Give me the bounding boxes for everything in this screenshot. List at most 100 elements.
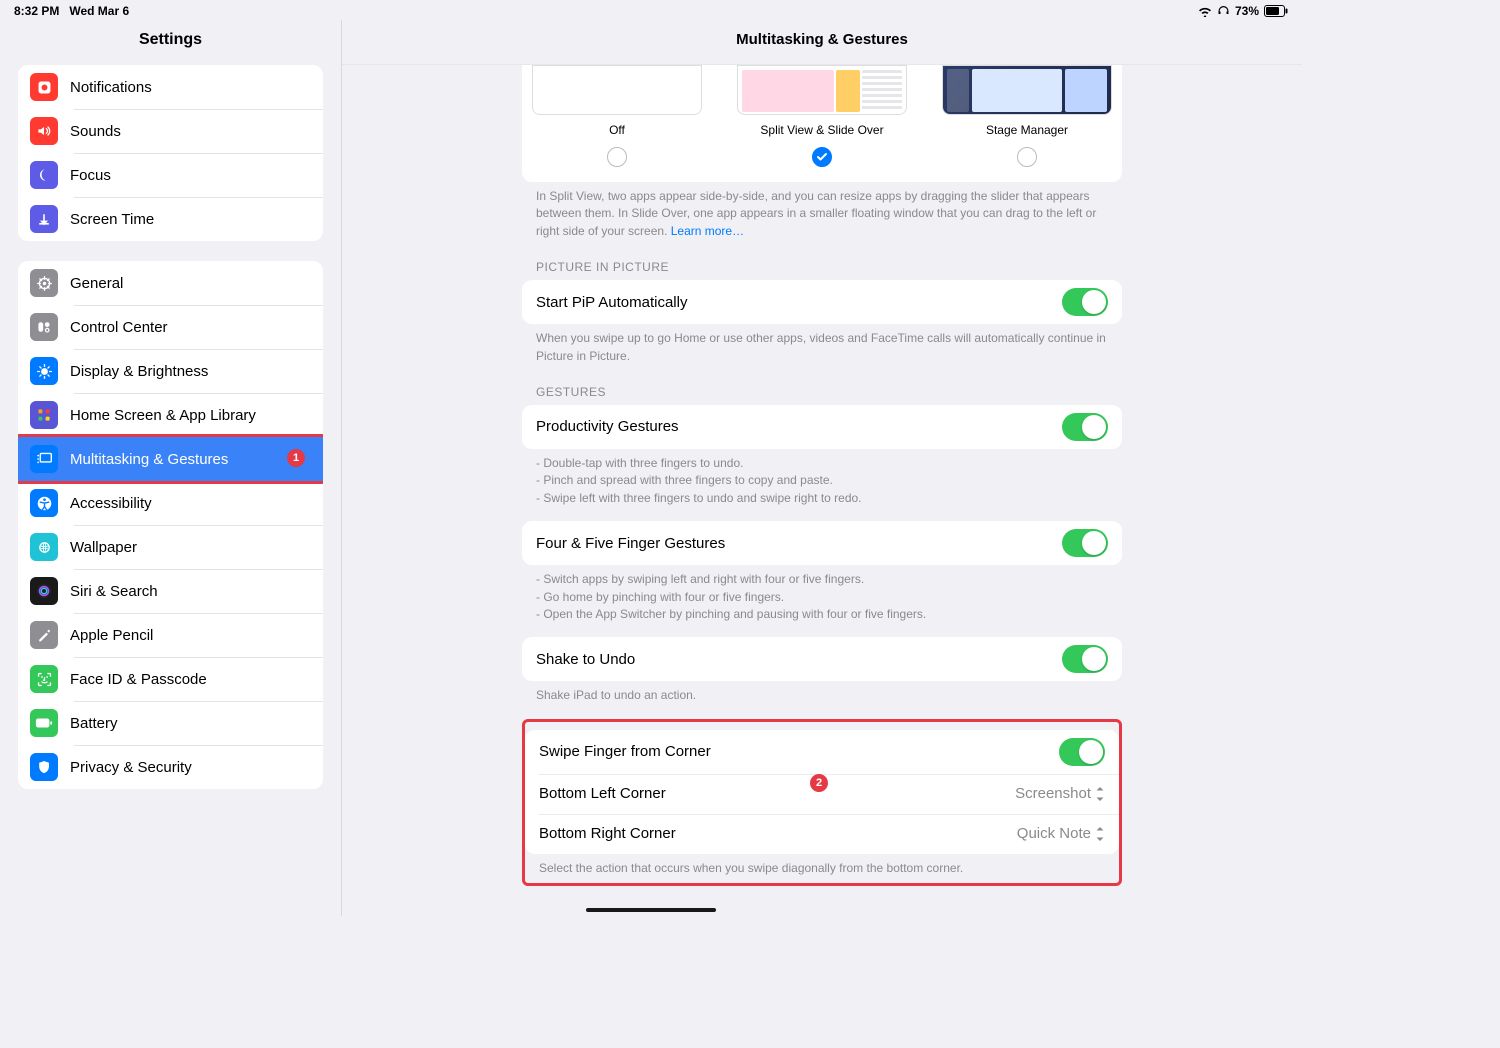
mode-radio[interactable]: [607, 147, 627, 167]
pip-header: PICTURE IN PICTURE: [522, 240, 1122, 280]
sidebar-item-label: Accessibility: [70, 495, 152, 512]
bottom-left-value[interactable]: Screenshot: [1015, 785, 1105, 802]
home-indicator[interactable]: [586, 908, 716, 912]
mode-option-1[interactable]: Split View & Slide Over: [737, 65, 907, 172]
sidebar-item-controlcenter[interactable]: Control Center: [18, 305, 323, 349]
corner-highlight: Swipe Finger from Corner Bottom Left Cor…: [522, 719, 1122, 886]
pip-toggle[interactable]: [1062, 288, 1108, 316]
multitasking-icon: [30, 445, 58, 473]
prod-gestures-card: Productivity Gestures: [522, 405, 1122, 449]
mode-options: Off Split View & Slide Over Stage Manager: [522, 65, 1122, 182]
sidebar-item-sounds[interactable]: Sounds: [18, 109, 323, 153]
swipe-corner-toggle[interactable]: [1059, 738, 1105, 766]
ff-gestures-row[interactable]: Four & Five Finger Gestures: [522, 521, 1122, 565]
sidebar-item-label: Notifications: [70, 79, 152, 96]
sidebar-item-label: Sounds: [70, 123, 121, 140]
battery-pct: 73%: [1235, 4, 1259, 18]
sidebar-title: Settings: [0, 20, 341, 65]
sidebar-item-label: Home Screen & App Library: [70, 407, 256, 424]
pip-row[interactable]: Start PiP Automatically: [522, 280, 1122, 324]
mode-card: Off Split View & Slide Over Stage Manager: [522, 65, 1122, 182]
prod-gestures-toggle[interactable]: [1062, 413, 1108, 441]
prod-gestures-desc: - Double-tap with three fingers to undo.…: [522, 449, 1122, 507]
sidebar-item-pencil[interactable]: Apple Pencil: [18, 613, 323, 657]
ff-gestures-card: Four & Five Finger Gestures: [522, 521, 1122, 565]
bottom-right-row[interactable]: Bottom Right Corner Quick Note: [525, 814, 1119, 854]
sidebar-item-label: General: [70, 275, 123, 292]
faceid-icon: [30, 665, 58, 693]
battery-icon: [30, 709, 58, 737]
sidebar-item-label: Apple Pencil: [70, 627, 153, 644]
headphones-icon: [1217, 5, 1230, 17]
bottom-right-value[interactable]: Quick Note: [1017, 825, 1105, 842]
status-right: 73%: [1198, 4, 1288, 18]
mode-description: In Split View, two apps appear side-by-s…: [522, 182, 1122, 240]
status-bar: 8:32 PM Wed Mar 6 73%: [0, 0, 1302, 20]
homescreen-icon: [30, 401, 58, 429]
corner-card: Swipe Finger from Corner Bottom Left Cor…: [525, 730, 1119, 854]
mode-option-0[interactable]: Off: [532, 65, 702, 172]
sidebar-item-battery[interactable]: Battery: [18, 701, 323, 745]
mode-label: Stage Manager: [942, 123, 1112, 137]
learn-more-link[interactable]: Learn more…: [671, 224, 744, 238]
sidebar-item-label: Battery: [70, 715, 118, 732]
prod-gestures-row[interactable]: Productivity Gestures: [522, 405, 1122, 449]
notifications-icon: [30, 73, 58, 101]
sidebar-item-label: Privacy & Security: [70, 759, 192, 776]
content: Multitasking & Gestures Off Split View & …: [342, 20, 1302, 916]
content-title: Multitasking & Gestures: [342, 20, 1302, 65]
sidebar-item-label: Face ID & Passcode: [70, 671, 207, 688]
mode-preview: [532, 65, 702, 115]
wallpaper-icon: [30, 533, 58, 561]
sounds-icon: [30, 117, 58, 145]
status-time: 8:32 PM: [14, 4, 59, 18]
sidebar-item-label: Control Center: [70, 319, 168, 336]
privacy-icon: [30, 753, 58, 781]
badge-2: 2: [810, 774, 828, 792]
sidebar-item-siri[interactable]: Siri & Search: [18, 569, 323, 613]
shake-toggle[interactable]: [1062, 645, 1108, 673]
mode-preview: [737, 65, 907, 115]
mode-radio[interactable]: [1017, 147, 1037, 167]
sidebar-item-homescreen[interactable]: Home Screen & App Library: [18, 393, 323, 437]
badge-1: 1: [287, 449, 305, 467]
sidebar-item-label: Screen Time: [70, 211, 154, 228]
accessibility-icon: [30, 489, 58, 517]
mode-radio[interactable]: [812, 147, 832, 167]
sidebar-scroll[interactable]: Notifications Sounds Focus Screen Time Gener…: [0, 65, 341, 829]
sidebar-item-label: Display & Brightness: [70, 363, 208, 380]
sidebar-item-accessibility[interactable]: Accessibility: [18, 481, 323, 525]
sidebar-item-multitasking[interactable]: Multitasking & Gestures 1: [18, 437, 323, 481]
sidebar-item-notifications[interactable]: Notifications: [18, 65, 323, 109]
swipe-corner-row[interactable]: Swipe Finger from Corner: [525, 730, 1119, 774]
pencil-icon: [30, 621, 58, 649]
shake-desc: Shake iPad to undo an action.: [522, 681, 1122, 704]
focus-icon: [30, 161, 58, 189]
pip-desc: When you swipe up to go Home or use othe…: [522, 324, 1122, 365]
controlcenter-icon: [30, 313, 58, 341]
sidebar-item-label: Focus: [70, 167, 111, 184]
sidebar-item-faceid[interactable]: Face ID & Passcode: [18, 657, 323, 701]
sidebar-item-wallpaper[interactable]: Wallpaper: [18, 525, 323, 569]
ff-gestures-desc: - Switch apps by swiping left and right …: [522, 565, 1122, 623]
mode-option-2[interactable]: Stage Manager: [942, 65, 1112, 172]
sidebar: Settings Notifications Sounds Focus Screen …: [0, 20, 342, 916]
siri-icon: [30, 577, 58, 605]
sidebar-item-display[interactable]: Display & Brightness: [18, 349, 323, 393]
mode-label: Off: [532, 123, 702, 137]
sidebar-item-privacy[interactable]: Privacy & Security: [18, 745, 323, 789]
mode-label: Split View & Slide Over: [737, 123, 907, 137]
sidebar-item-focus[interactable]: Focus: [18, 153, 323, 197]
sidebar-item-label: Siri & Search: [70, 583, 158, 600]
corner-desc: Select the action that occurs when you s…: [525, 854, 1119, 877]
content-scroll[interactable]: OffSplit View & Slide OverStage Manager …: [342, 65, 1302, 916]
ff-gestures-toggle[interactable]: [1062, 529, 1108, 557]
sidebar-item-label: Multitasking & Gestures: [70, 451, 228, 468]
sidebar-item-label: Wallpaper: [70, 539, 137, 556]
shake-row[interactable]: Shake to Undo: [522, 637, 1122, 681]
sidebar-item-general[interactable]: General: [18, 261, 323, 305]
sidebar-item-screentime[interactable]: Screen Time: [18, 197, 323, 241]
display-icon: [30, 357, 58, 385]
status-date: Wed Mar 6: [69, 4, 129, 18]
battery-icon: [1264, 5, 1288, 17]
